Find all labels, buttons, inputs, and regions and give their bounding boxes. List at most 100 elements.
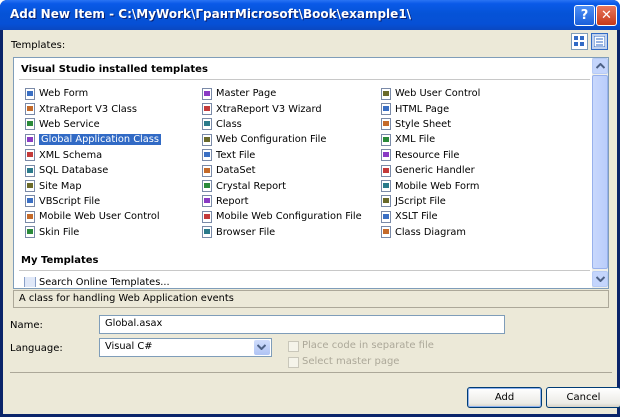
class-icon bbox=[201, 118, 213, 131]
scroll-up-button[interactable] bbox=[592, 58, 608, 74]
template-item[interactable]: DataSet bbox=[201, 163, 362, 178]
search-online-templates-item[interactable]: Search Online Templates... bbox=[24, 277, 170, 287]
template-item-label: Crystal Report bbox=[216, 180, 286, 192]
template-item-label: DataSet bbox=[216, 165, 256, 177]
template-item-label: Text File bbox=[216, 149, 256, 161]
template-item[interactable]: Text File bbox=[201, 148, 362, 163]
report-wizard-icon bbox=[201, 103, 213, 116]
report-class-icon bbox=[24, 103, 36, 116]
name-label: Name: bbox=[10, 320, 43, 331]
html-icon bbox=[380, 103, 392, 116]
template-item-label: SQL Database bbox=[39, 165, 109, 177]
template-item-label: Mobile Web Form bbox=[395, 180, 480, 192]
template-item[interactable]: Global Application Class bbox=[24, 132, 161, 147]
small-icons-view-icon bbox=[594, 36, 605, 47]
templates-column-1: Web Form XtraReport V3 Class Web Service Gl… bbox=[24, 86, 161, 240]
template-item[interactable]: Resource File bbox=[380, 148, 480, 163]
template-item-label: Browser File bbox=[216, 226, 276, 238]
templates-scrollbar[interactable] bbox=[592, 58, 608, 288]
template-item[interactable]: JScript File bbox=[380, 194, 480, 209]
place-code-label: Place code in separate file bbox=[302, 340, 434, 351]
cancel-button[interactable]: Cancel bbox=[546, 387, 620, 408]
template-item[interactable]: Mobile Web Configuration File bbox=[201, 209, 362, 224]
title-bar[interactable]: Add New Item - C:\MyWork\ГрантMicrosoft\… bbox=[0, 0, 620, 30]
template-item[interactable]: XML Schema bbox=[24, 148, 161, 163]
template-item[interactable]: XML File bbox=[380, 132, 480, 147]
help-button[interactable]: ? bbox=[574, 5, 595, 26]
template-item-label: XML Schema bbox=[39, 149, 103, 161]
template-item[interactable]: Master Page bbox=[201, 86, 362, 101]
resource-icon bbox=[380, 149, 392, 162]
scroll-thumb[interactable] bbox=[592, 75, 608, 269]
text-file-icon bbox=[201, 149, 213, 162]
template-item[interactable]: Class bbox=[201, 117, 362, 132]
template-item-label: XtraReport V3 Class bbox=[39, 103, 137, 115]
template-item-label: Web Service bbox=[39, 118, 100, 130]
template-item[interactable]: Web Form bbox=[24, 86, 161, 101]
template-item[interactable]: VBScript File bbox=[24, 194, 161, 209]
config-icon bbox=[201, 133, 213, 146]
template-item[interactable]: Skin File bbox=[24, 225, 161, 240]
config-icon bbox=[201, 210, 213, 223]
templates-column-3: Web User Control HTML Page Style Sheet XML … bbox=[380, 86, 480, 240]
handler-icon bbox=[380, 164, 392, 177]
templates-list[interactable]: Visual Studio installed templates Web Fo… bbox=[13, 57, 609, 289]
template-item[interactable]: Web User Control bbox=[380, 86, 480, 101]
template-item-label: Web User Control bbox=[395, 88, 481, 100]
mobile-control-icon bbox=[24, 210, 36, 223]
place-code-checkbox[interactable] bbox=[288, 341, 299, 352]
scroll-down-button[interactable] bbox=[592, 271, 608, 287]
template-item-label: Web Configuration File bbox=[216, 134, 327, 146]
template-item[interactable]: Mobile Web User Control bbox=[24, 209, 161, 224]
xml-file-icon bbox=[380, 133, 392, 146]
name-input[interactable]: Global.asax bbox=[99, 315, 505, 334]
template-item-label: Site Map bbox=[39, 180, 82, 192]
template-item[interactable]: Report bbox=[201, 194, 362, 209]
template-item[interactable]: XtraReport V3 Class bbox=[24, 101, 161, 116]
report-icon bbox=[201, 195, 213, 208]
language-dropdown-button[interactable] bbox=[254, 340, 270, 355]
dataset-icon bbox=[201, 164, 213, 177]
select-master-checkbox[interactable] bbox=[288, 357, 299, 368]
template-item-label: JScript File bbox=[395, 195, 446, 207]
template-item-label: Skin File bbox=[39, 226, 80, 238]
template-item[interactable]: Style Sheet bbox=[380, 117, 480, 132]
template-item[interactable]: XSLT File bbox=[380, 209, 480, 224]
search-online-templates-label: Search Online Templates... bbox=[39, 277, 170, 287]
template-item[interactable]: SQL Database bbox=[24, 163, 161, 178]
template-item[interactable]: Site Map bbox=[24, 178, 161, 193]
script-icon bbox=[380, 195, 392, 208]
template-item-label: Master Page bbox=[216, 88, 277, 100]
database-icon bbox=[24, 164, 36, 177]
user-control-icon bbox=[380, 87, 392, 100]
template-item[interactable]: XtraReport V3 Wizard bbox=[201, 101, 362, 116]
dialog-client-area: Templates: Visual Studio installed templ… bbox=[3, 30, 620, 414]
template-item[interactable]: HTML Page bbox=[380, 101, 480, 116]
template-item-label: Class bbox=[216, 118, 242, 130]
mobile-form-icon bbox=[380, 180, 392, 193]
script-icon bbox=[24, 195, 36, 208]
language-select[interactable]: Visual C# bbox=[99, 338, 272, 357]
template-item[interactable]: Class Diagram bbox=[380, 225, 480, 240]
template-item[interactable]: Crystal Report bbox=[201, 178, 362, 193]
skin-icon bbox=[24, 226, 36, 239]
template-item-label: Mobile Web Configuration File bbox=[216, 211, 362, 223]
template-item[interactable]: Web Configuration File bbox=[201, 132, 362, 147]
add-button[interactable]: Add bbox=[467, 387, 542, 408]
close-button[interactable]: ✕ bbox=[596, 5, 617, 26]
template-description: A class for handling Web Application eve… bbox=[13, 290, 609, 308]
template-item[interactable]: Browser File bbox=[201, 225, 362, 240]
global-app-icon bbox=[24, 133, 36, 146]
installed-templates-header: Visual Studio installed templates bbox=[21, 64, 208, 75]
template-item-label: Class Diagram bbox=[395, 226, 466, 238]
template-item-label: Generic Handler bbox=[395, 165, 475, 177]
large-icons-view-button[interactable] bbox=[571, 33, 588, 50]
crystal-report-icon bbox=[201, 180, 213, 193]
large-icons-view-icon bbox=[574, 36, 584, 46]
small-icons-view-button[interactable] bbox=[591, 33, 608, 50]
template-item[interactable]: Generic Handler bbox=[380, 163, 480, 178]
chevron-down-icon bbox=[596, 276, 605, 282]
my-templates-divider bbox=[19, 270, 590, 271]
template-item[interactable]: Mobile Web Form bbox=[380, 178, 480, 193]
template-item[interactable]: Web Service bbox=[24, 117, 161, 132]
